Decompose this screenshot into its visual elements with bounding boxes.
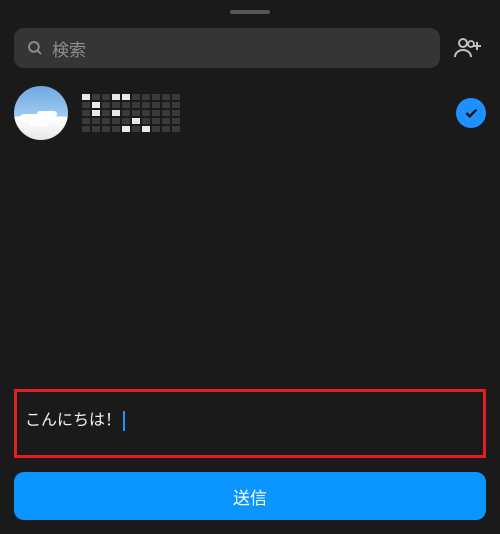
contact-row[interactable] — [14, 86, 486, 140]
add-people-icon[interactable] — [450, 33, 486, 63]
search-row: 検索 — [0, 28, 500, 68]
message-input[interactable]: こんにちは！ — [25, 412, 125, 429]
text-caret — [123, 411, 125, 431]
contact-name-redacted — [82, 94, 442, 132]
contact-list — [0, 68, 500, 140]
search-placeholder: 検索 — [52, 36, 86, 61]
message-input-value: こんにちは！ — [25, 412, 121, 429]
message-input-highlight: こんにちは！ — [14, 389, 486, 458]
send-button[interactable]: 送信 — [14, 472, 486, 520]
selected-check-icon[interactable] — [456, 98, 486, 128]
sheet-drag-handle[interactable] — [230, 10, 270, 14]
avatar — [14, 86, 68, 140]
compose-area: こんにちは！ 送信 — [0, 375, 500, 534]
search-input-container[interactable]: 検索 — [14, 28, 440, 68]
search-icon — [26, 39, 44, 57]
